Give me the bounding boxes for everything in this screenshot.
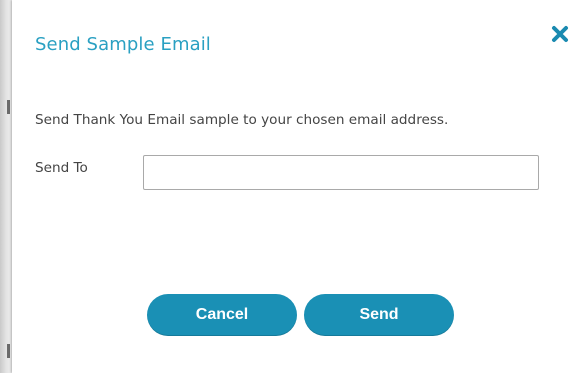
send-to-email-input[interactable] (143, 155, 539, 190)
send-to-label: Send To (35, 160, 88, 176)
cancel-button[interactable]: Cancel (147, 294, 297, 336)
close-button[interactable] (550, 24, 570, 44)
close-icon (552, 26, 568, 42)
modal-backdrop (0, 0, 12, 373)
send-button[interactable]: Send (304, 294, 454, 336)
backdrop-mark (7, 100, 10, 114)
send-sample-email-dialog: Send Sample Email Send Thank You Email s… (12, 0, 574, 373)
backdrop-mark (7, 344, 10, 358)
dialog-title: Send Sample Email (35, 34, 211, 55)
dialog-description: Send Thank You Email sample to your chos… (35, 112, 449, 128)
